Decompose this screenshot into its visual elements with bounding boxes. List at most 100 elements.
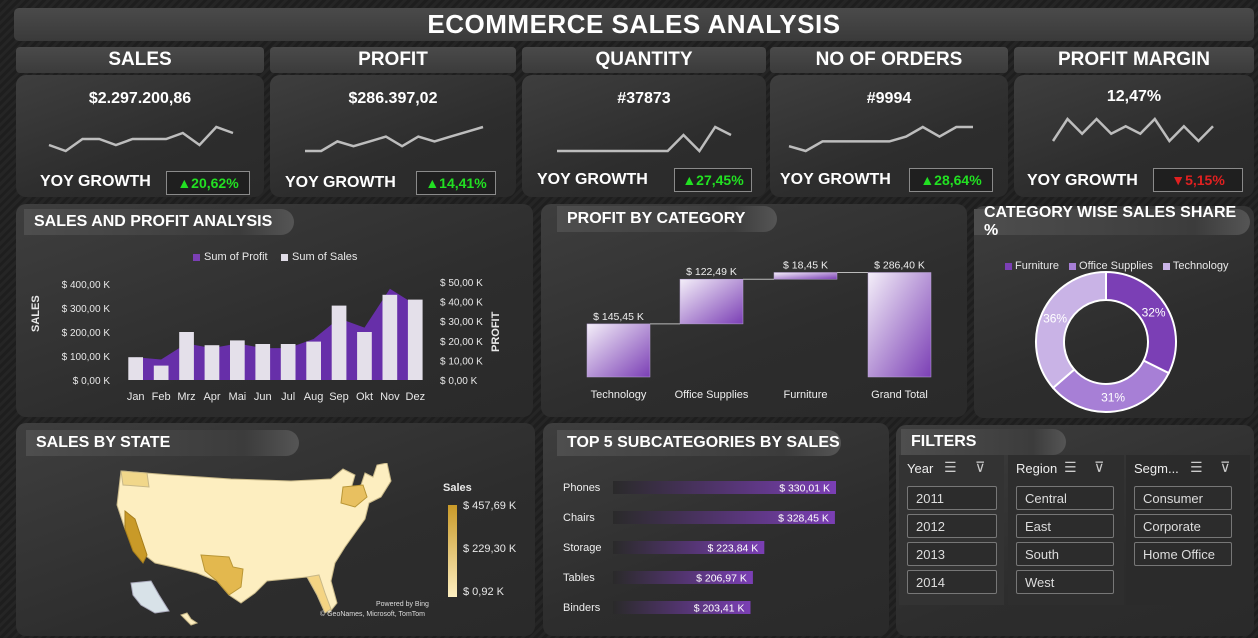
month-tick-label: Aug bbox=[304, 391, 324, 403]
sales-bar bbox=[153, 365, 169, 380]
donut-slice bbox=[1035, 270, 1107, 390]
kpi-value-orders: #9994 bbox=[866, 90, 912, 107]
month-tick-label: Feb bbox=[152, 391, 171, 403]
sales-bar bbox=[128, 357, 143, 380]
yoy-value-profit: ▲14,41% bbox=[416, 171, 496, 195]
waterfall-category-label: Grand Total bbox=[871, 389, 928, 401]
alaska-shape bbox=[130, 580, 170, 614]
map-legend-title: Sales bbox=[443, 482, 472, 494]
left-tick-label: $ 100,00 K bbox=[62, 352, 111, 363]
state-panel: SALES BY STATE Sales $ 457,69 K $ 229,30… bbox=[16, 423, 535, 636]
slicer-year-label: Year bbox=[907, 461, 934, 476]
sales-bar bbox=[179, 332, 194, 380]
slicer-segment: Segm... ☰ ⊽ Consumer Corporate Home Offi… bbox=[1126, 455, 1250, 605]
subcat-value-label: $ 328,45 K bbox=[778, 513, 829, 525]
share-donut-chart: 32% 31% 36% bbox=[1035, 270, 1177, 413]
kpi-value-margin: 12,47% bbox=[1106, 88, 1162, 105]
map-legend-mid: $ 229,30 K bbox=[463, 543, 517, 555]
sales-bar bbox=[407, 299, 423, 380]
slicer-segment-consumer[interactable]: Consumer bbox=[1134, 486, 1232, 510]
sales-bar bbox=[382, 294, 398, 380]
month-tick-label: Apr bbox=[203, 391, 220, 403]
multiselect-icon[interactable]: ☰ bbox=[1064, 459, 1077, 476]
subcat-value-label: $ 330,01 K bbox=[779, 483, 830, 495]
filters-title: FILTERS bbox=[901, 429, 1066, 455]
subcat-category-label: Binders bbox=[563, 602, 601, 614]
clear-filter-icon[interactable]: ⊽ bbox=[1094, 459, 1104, 476]
clear-filter-icon[interactable]: ⊽ bbox=[975, 459, 985, 476]
waterfall-value-label: $ 145,45 K bbox=[593, 311, 644, 323]
yoy-label-sales: YOY GROWTH bbox=[40, 173, 151, 190]
map-legend-min: $ 0,92 K bbox=[463, 586, 504, 598]
kpi-card-profit: $286.397,02 YOY GROWTH ▲14,41% bbox=[270, 75, 516, 197]
kpi-card-sales: $2.297.200,86 YOY GROWTH ▲20,62% bbox=[16, 75, 264, 197]
map-legend-gradient bbox=[448, 505, 457, 597]
sales-bar bbox=[204, 345, 220, 380]
multiselect-icon[interactable]: ☰ bbox=[1190, 459, 1203, 476]
sales-bar bbox=[306, 341, 321, 380]
sales-bar bbox=[357, 332, 372, 380]
slicer-region-west[interactable]: West bbox=[1016, 570, 1114, 594]
dashboard-title: ECOMMERCE SALES ANALYSIS bbox=[14, 8, 1254, 41]
clear-filter-icon[interactable]: ⊽ bbox=[1220, 459, 1230, 476]
month-tick-label: Jun bbox=[254, 391, 272, 403]
yoy-value-quantity: ▲27,45% bbox=[674, 168, 752, 192]
slicer-segment-corporate[interactable]: Corporate bbox=[1134, 514, 1232, 538]
slicer-region-central[interactable]: Central bbox=[1016, 486, 1114, 510]
slicer-segment-home-office[interactable]: Home Office bbox=[1134, 542, 1232, 566]
kpi-card-orders: #9994 YOY GROWTH ▲28,64% bbox=[770, 75, 1008, 197]
profit-category-panel: PROFIT BY CATEGORY $ 145,45 K Technology $… bbox=[541, 204, 967, 417]
month-tick-label: Jul bbox=[281, 391, 295, 403]
slicer-year-2014[interactable]: 2014 bbox=[907, 570, 997, 594]
multiselect-icon[interactable]: ☰ bbox=[944, 459, 957, 476]
profit-area bbox=[135, 288, 416, 380]
slicer-year-2011[interactable]: 2011 bbox=[907, 486, 997, 510]
sparkline-quantity bbox=[557, 125, 732, 153]
right-tick-label: $ 50,00 K bbox=[440, 278, 483, 289]
slicer-region-east[interactable]: East bbox=[1016, 514, 1114, 538]
month-tick-label: Nov bbox=[380, 391, 400, 403]
map-legend-max: $ 457,69 K bbox=[463, 500, 517, 512]
hawaii-shape bbox=[180, 612, 199, 626]
right-tick-label: $ 20,00 K bbox=[440, 337, 483, 348]
subcat-value-label: $ 203,41 K bbox=[694, 603, 745, 615]
slicer-year-2013[interactable]: 2013 bbox=[907, 542, 997, 566]
month-tick-label: Sep bbox=[329, 391, 349, 403]
share-panel: CATEGORY WISE SALES SHARE % Furniture Of… bbox=[974, 204, 1254, 418]
slicer-region-south[interactable]: South bbox=[1016, 542, 1114, 566]
slicer-segment-label: Segm... bbox=[1134, 461, 1179, 476]
month-tick-label: Dez bbox=[406, 391, 426, 403]
month-tick-label: Mrz bbox=[177, 391, 195, 403]
yoy-value-margin: ▼5,15% bbox=[1153, 168, 1243, 192]
slicer-year: Year ☰ ⊽ 2011 2012 2013 2014 bbox=[899, 455, 1004, 605]
slicer-region-header: Region bbox=[1016, 461, 1057, 476]
waterfall-bar bbox=[867, 272, 932, 378]
waterfall-value-label: $ 286,40 K bbox=[874, 260, 925, 272]
subcat-chart: Phones $ 330,01 K Chairs $ 328,45 K Storage $… bbox=[563, 481, 836, 615]
waterfall-category-label: Technology bbox=[591, 389, 647, 401]
waterfall-category-label: Office Supplies bbox=[675, 389, 749, 401]
kpi-card-margin: 12,47% YOY GROWTH ▼5,15% bbox=[1014, 75, 1254, 197]
subcat-category-label: Chairs bbox=[563, 512, 595, 524]
yoy-label-margin: YOY GROWTH bbox=[1027, 172, 1138, 189]
slicer-year-2012[interactable]: 2012 bbox=[907, 514, 997, 538]
sales-profit-chart: $ 400,00 K $ 300,00 K $ 200,00 K $ 100,00 K… bbox=[62, 278, 484, 403]
state-title: SALES BY STATE bbox=[26, 430, 299, 456]
sales-bar bbox=[280, 344, 296, 380]
subcat-value-label: $ 223,84 K bbox=[708, 543, 759, 555]
month-tick-label: Jan bbox=[127, 391, 145, 403]
washington-shape bbox=[120, 470, 150, 488]
kpi-header-quantity: QUANTITY bbox=[522, 47, 766, 73]
sparkline-profit bbox=[305, 125, 484, 153]
left-tick-label: $ 200,00 K bbox=[62, 328, 111, 339]
sparkline-orders bbox=[788, 125, 973, 153]
yoy-value-orders: ▲28,64% bbox=[909, 168, 993, 192]
subcat-panel: TOP 5 SUBCATEGORIES BY SALES Phones $ 330… bbox=[543, 423, 889, 636]
slicer-region: Region ☰ ⊽ Central East South West bbox=[1008, 455, 1124, 605]
yoy-label-quantity: YOY GROWTH bbox=[537, 171, 648, 188]
right-tick-label: $ 10,00 K bbox=[440, 356, 483, 367]
kpi-value-profit: $286.397,02 bbox=[348, 90, 438, 107]
yoy-label-orders: YOY GROWTH bbox=[780, 171, 891, 188]
sparkline-sales bbox=[48, 125, 234, 153]
yoy-value-sales: ▲20,62% bbox=[166, 171, 250, 195]
